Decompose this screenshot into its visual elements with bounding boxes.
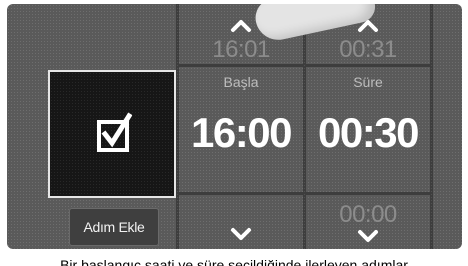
start-label: Başla [223, 74, 259, 90]
duration-value[interactable]: 00:30 [306, 109, 430, 157]
chevron-down-icon [358, 230, 378, 242]
duration-previous-time: 00:00 [339, 201, 397, 228]
confirm-button[interactable] [48, 70, 176, 198]
add-step-button[interactable]: Adım Ekle [69, 208, 159, 246]
duration-decrease-button[interactable] [348, 226, 388, 249]
duration-column: 00:31 Süre 00:30 00:00 [306, 4, 430, 249]
start-time-column: 16:01 Başla 16:00 [179, 4, 303, 249]
checkbox-checked-icon [97, 112, 132, 152]
caption-text: Bir başlangıç saati ve süre seçildiğinde… [60, 257, 408, 266]
start-decrease-button[interactable] [221, 222, 261, 246]
start-time-value[interactable]: 16:00 [179, 109, 303, 157]
duration-next-time: 00:31 [339, 36, 397, 63]
chevron-down-icon [231, 228, 251, 240]
timer-screen: Adım Ekle 16:01 Başla 16:00 00:31 Süre 0… [7, 4, 462, 249]
column-divider [430, 4, 433, 249]
start-next-time: 16:01 [212, 36, 270, 63]
duration-label: Süre [353, 74, 383, 90]
